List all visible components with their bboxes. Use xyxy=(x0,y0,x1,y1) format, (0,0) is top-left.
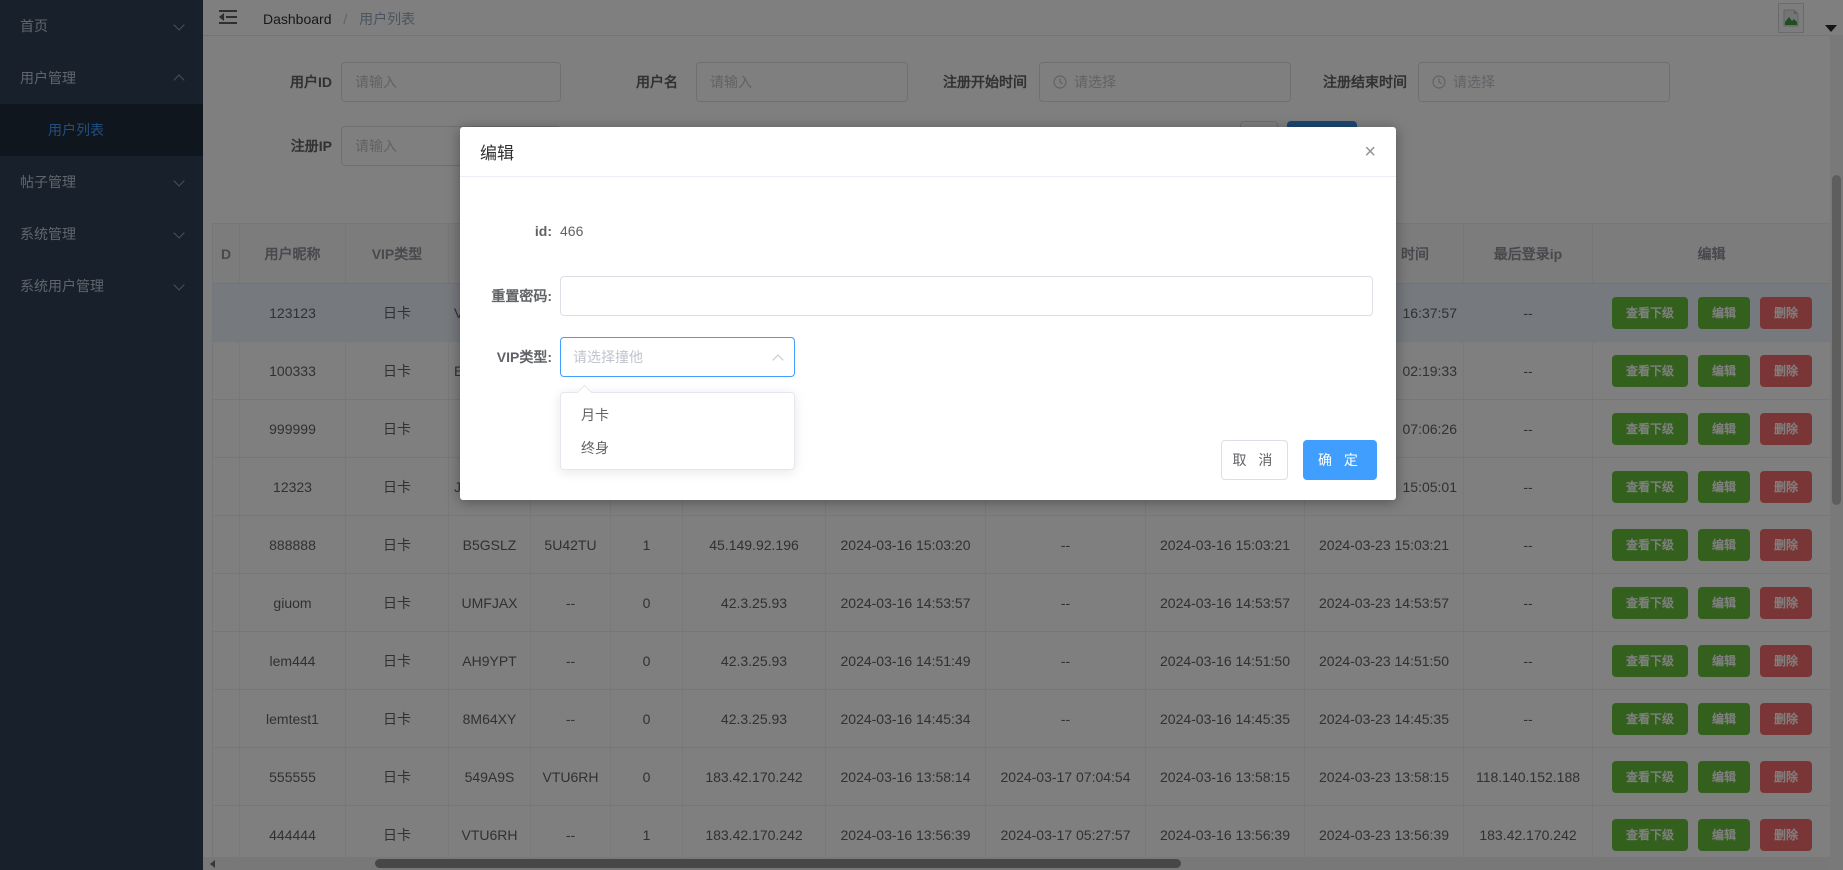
confirm-button[interactable]: 确 定 xyxy=(1303,440,1377,480)
select-placeholder: 请选择撞他 xyxy=(573,347,643,367)
edit-dialog: 编辑 × id: 466 重置密码: VIP类型: 请选择撞他 月卡 终身 取 … xyxy=(460,127,1396,500)
vip-type-label: VIP类型: xyxy=(464,347,552,367)
close-icon[interactable]: × xyxy=(1364,142,1376,162)
dropdown-option-lifetime[interactable]: 终身 xyxy=(561,431,794,464)
app-root: 首页 用户管理 用户列表 帖子管理 系统管理 系统用户管理 xyxy=(0,0,1843,870)
dropdown-option-monthly[interactable]: 月卡 xyxy=(561,398,794,431)
vip-type-row: VIP类型: 请选择撞他 xyxy=(460,337,1396,377)
id-row: id: 466 xyxy=(460,221,1396,241)
dialog-header: 编辑 × xyxy=(460,127,1396,177)
dialog-footer: 取 消 确 定 xyxy=(1221,440,1377,480)
reset-password-label: 重置密码: xyxy=(464,286,552,306)
chevron-up-icon xyxy=(772,354,783,365)
id-value: 466 xyxy=(560,223,583,239)
vip-type-dropdown: 月卡 终身 xyxy=(560,392,795,470)
dialog-title: 编辑 xyxy=(480,139,514,164)
vip-type-select[interactable]: 请选择撞他 xyxy=(560,337,795,377)
reset-password-input[interactable] xyxy=(560,276,1373,316)
id-label: id: xyxy=(464,223,552,239)
cancel-button[interactable]: 取 消 xyxy=(1221,440,1288,480)
reset-password-row: 重置密码: xyxy=(460,276,1396,316)
